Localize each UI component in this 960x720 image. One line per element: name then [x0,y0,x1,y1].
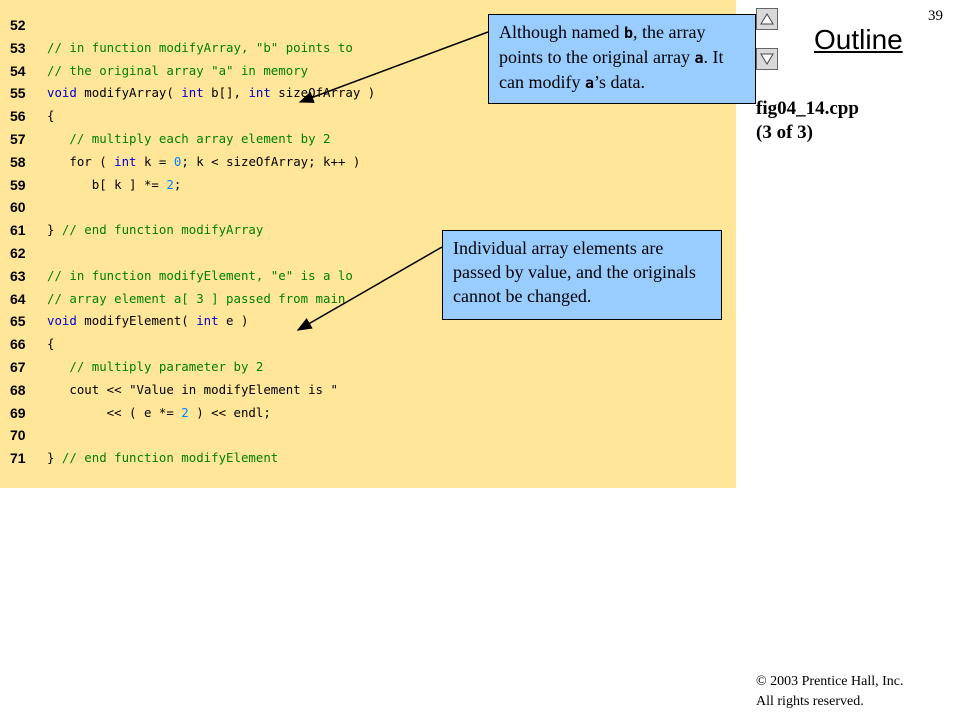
outline-link[interactable]: Outline [814,24,903,56]
page-number: 39 [928,8,943,24]
previous-slide-button[interactable] [756,8,778,30]
callout2-text: Individual array elements are passed by … [453,238,696,306]
rights-reserved: All rights reserved. [756,694,864,709]
callout-pass-by-value: Individual array elements are passed by … [442,230,722,320]
callout1-arrow [298,31,489,103]
down-arrow-icon [760,53,774,65]
next-slide-button[interactable] [756,48,778,70]
file-part: (3 of 3) [756,122,813,143]
callout1-text-4: ’s data. [594,72,646,92]
callout-array-reference: Although named b, the array points to th… [488,14,756,104]
copyright: © 2003 Prentice Hall, Inc. [756,674,904,689]
up-arrow-icon [760,13,774,25]
file-name: fig04_14.cpp [756,98,859,119]
callout2-arrow [296,246,443,331]
callout1-code-b: b [623,24,634,42]
callout1-text-1: Although named [499,22,624,42]
callout1-code-a2: a [584,74,595,92]
